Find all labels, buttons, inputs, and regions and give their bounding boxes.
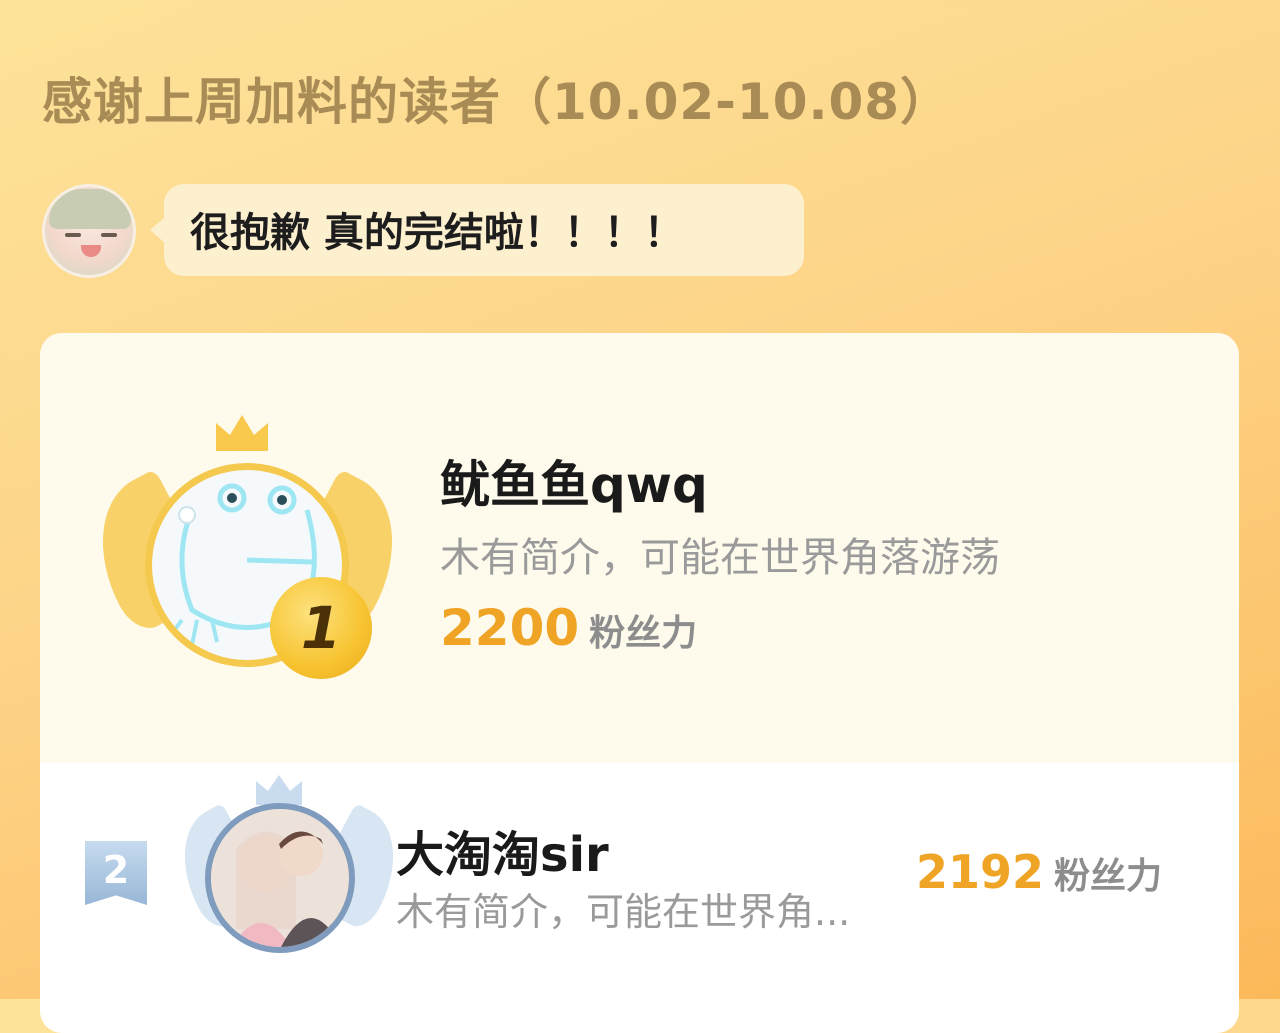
rank-1-name[interactable]: 鱿鱼鱼qwq [440, 445, 708, 517]
rank-1-score-value: 2200 [440, 599, 580, 657]
rank-1-medal-icon: 1 [270, 577, 372, 679]
rank-2-score: 2192 粉丝力 [916, 845, 1162, 899]
author-message-text: 很抱歉 真的完结啦！！！！ [190, 210, 684, 256]
author-avatar[interactable] [42, 184, 136, 278]
author-message-bubble: 很抱歉 真的完结啦！！！！ [150, 184, 804, 276]
crown-icon [216, 415, 268, 451]
ranking-card: 1 鱿鱼鱼qwq 木有简介，可能在世界角落游荡 2200 粉丝力 2 大淘淘sir… [40, 333, 1239, 1033]
rank-1-row[interactable]: 1 鱿鱼鱼qwq 木有简介，可能在世界角落游荡 2200 粉丝力 [40, 333, 1239, 763]
rank-1-score: 2200 粉丝力 [440, 599, 697, 657]
rank-2-bio: 木有简介，可能在世界角... [396, 890, 851, 934]
rank-1-bio: 木有简介，可能在世界角落游荡 [440, 535, 1000, 581]
rank-2-badge: 2 [85, 841, 147, 905]
rank-1-score-unit: 粉丝力 [589, 613, 698, 654]
avatar[interactable] [205, 803, 355, 953]
rank-2-score-unit: 粉丝力 [1054, 856, 1163, 897]
page-title: 感谢上周加料的读者（10.02-10.08） [42, 73, 952, 131]
rank-2-name[interactable]: 大淘淘sir [396, 815, 609, 885]
rank-2-score-value: 2192 [916, 845, 1045, 899]
crown-icon [256, 775, 302, 805]
